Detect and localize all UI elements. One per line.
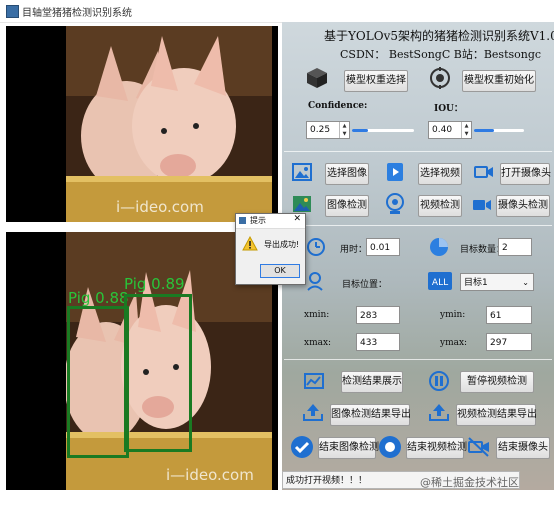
message-dialog: 提示 ✕ 导出成功! OK	[235, 213, 306, 285]
ymax-field[interactable]: 297	[486, 333, 532, 351]
video-detect-button[interactable]: 视频检测	[418, 195, 462, 217]
confidence-spinbox[interactable]: 0.25 ▲ ▼	[306, 121, 350, 139]
dialog-title: 提示	[250, 216, 266, 225]
xmin-label: xmin:	[304, 310, 330, 320]
svg-text:ALL: ALL	[432, 278, 448, 288]
confidence-spinbox-value: 0.25	[310, 125, 331, 135]
camera-detect-button[interactable]: 摄像头检测	[496, 195, 550, 217]
iou-label: IOU：	[434, 104, 463, 114]
iou-slider[interactable]	[474, 129, 524, 132]
confidence-slider[interactable]	[352, 129, 414, 132]
webcam-icon	[386, 193, 404, 214]
ymin-field[interactable]: 61	[486, 306, 532, 324]
model-weight-init-button[interactable]: 模型权重初始化	[462, 70, 536, 92]
image-icon	[292, 163, 312, 181]
select-image-button[interactable]: 选择图像	[325, 163, 369, 185]
ymin-label: ymin:	[440, 310, 466, 320]
all-badge-icon: ALL	[428, 272, 452, 290]
site-credit: @稀土掘金技术社区	[420, 476, 519, 489]
cube-icon	[307, 68, 327, 88]
camera-off-icon	[468, 437, 489, 457]
dialog-message: 导出成功!	[264, 240, 300, 249]
clock-icon	[307, 238, 325, 256]
target-select-dropdown[interactable]: 目标1 ⌄	[460, 273, 534, 291]
xmax-label: xmax:	[304, 338, 332, 348]
line-chart-icon	[304, 373, 324, 389]
xmax-field[interactable]: 433	[356, 333, 400, 351]
window-title: 目轴堂猪猪检测识别系统	[22, 8, 132, 19]
author-credit: CSDN： BestSongC B站：Bestsongc	[340, 48, 542, 61]
image-detect-button[interactable]: 图像检测	[325, 195, 369, 217]
pause-video-button[interactable]: 暂停视频检测	[460, 371, 534, 393]
export-video-results-button[interactable]: 视频检测结果导出	[456, 404, 537, 426]
image-watermark-bottom: i—ideo.com	[166, 466, 254, 484]
detection-box-1	[67, 306, 129, 458]
pause-icon	[429, 371, 449, 391]
dialog-titlebar: 提示 ✕	[236, 214, 305, 229]
target-select-value: 目标1	[464, 278, 488, 288]
model-weight-select-button[interactable]: 模型权重选择	[344, 70, 408, 92]
close-icon[interactable]: ✕	[293, 214, 301, 224]
select-video-button[interactable]: 选择视频	[418, 163, 462, 185]
detection-box-2	[124, 294, 192, 452]
section-divider	[284, 359, 552, 360]
iou-spinbox-value: 0.40	[432, 125, 453, 135]
end-video-detection-button[interactable]: 结束视频检测	[406, 437, 467, 459]
confidence-label: Confidence:	[308, 101, 368, 111]
show-results-button[interactable]: 检测结果展示	[341, 371, 403, 393]
dialog-app-icon	[239, 217, 246, 224]
check-circle-icon	[291, 436, 313, 458]
warning-icon	[242, 236, 258, 251]
upload-icon	[303, 404, 323, 421]
section-divider	[284, 225, 552, 226]
app-icon	[6, 5, 19, 18]
target-count-field[interactable]: 2	[498, 238, 532, 256]
iou-slider-fill	[474, 129, 494, 132]
chevron-down-icon: ⌄	[522, 278, 529, 287]
export-image-results-button[interactable]: 图像检测结果导出	[330, 404, 411, 426]
camera-icon	[474, 166, 493, 178]
upload-icon	[429, 404, 449, 421]
target-position-label: 目标位置：	[342, 280, 388, 290]
end-image-detection-button[interactable]: 结束图像检测	[318, 437, 379, 459]
confidence-slider-fill	[352, 129, 368, 132]
section-divider	[284, 151, 552, 152]
spin-arrows-icon[interactable]: ▲ ▼	[339, 122, 349, 138]
video-file-icon	[387, 163, 403, 181]
ymax-label: ymax:	[440, 338, 468, 348]
dialog-ok-button[interactable]: OK	[260, 264, 300, 278]
detection-label-2: Pig 0.89	[124, 275, 185, 293]
xmin-field[interactable]: 283	[356, 306, 400, 324]
video-camera-icon	[473, 200, 491, 210]
time-field[interactable]: 0.01	[366, 238, 400, 256]
original-image-pane: i—ideo.com	[6, 26, 278, 222]
window-titlebar: 目轴堂猪猪检测识别系统	[0, 0, 554, 23]
pie-chart-icon	[430, 238, 448, 256]
location-pin-icon	[307, 272, 323, 291]
time-label: 用时：	[340, 245, 368, 255]
spin-arrows-icon[interactable]: ▲ ▼	[461, 122, 471, 138]
detection-label-1: Pig 0.88	[68, 289, 129, 307]
iou-spinbox[interactable]: 0.40 ▲ ▼	[428, 121, 472, 139]
landscape-image-icon	[293, 196, 311, 212]
open-camera-button[interactable]: 打开摄像头	[500, 163, 551, 185]
target-icon	[430, 67, 450, 89]
panel-title: 基于YOLOv5架构的猪猪检测识别系统V1.0	[324, 29, 554, 43]
stop-circle-icon	[379, 436, 401, 458]
image-watermark-top: i—ideo.com	[116, 198, 204, 216]
end-camera-button[interactable]: 结束摄像头	[496, 437, 550, 459]
pig-scene-original	[66, 26, 272, 222]
